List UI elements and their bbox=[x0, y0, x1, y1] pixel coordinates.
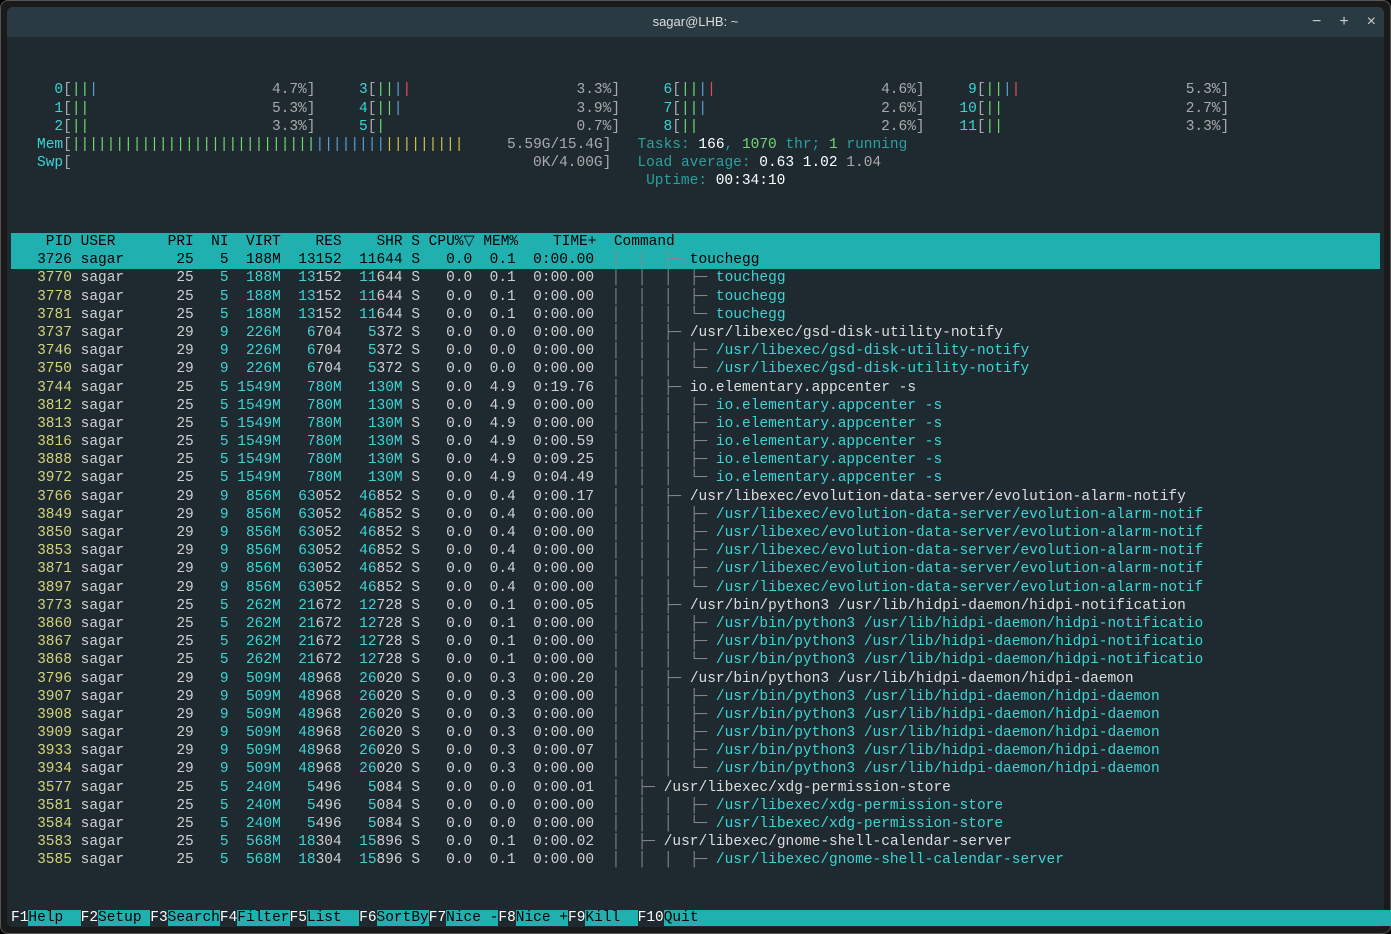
process-row[interactable]: 3813 sagar 25 5 1549M 780M 130M S 0.0 4.… bbox=[11, 415, 1380, 433]
process-row[interactable]: 3577 sagar 25 5 240M 5496 5084 S 0.0 0.0… bbox=[11, 779, 1380, 797]
faction-setup[interactable]: Setup bbox=[98, 910, 150, 926]
process-row[interactable]: 3750 sagar 29 9 226M 6704 5372 S 0.0 0.0… bbox=[11, 360, 1380, 378]
htop-content: 0[||| 4.7%] 3[|||| 3.3%] 6[|||| 4.6%] 9[… bbox=[7, 37, 1384, 906]
fkey-F8[interactable]: F8 bbox=[498, 910, 515, 926]
process-row[interactable]: 3581 sagar 25 5 240M 5496 5084 S 0.0 0.0… bbox=[11, 797, 1380, 815]
process-row[interactable]: 3770 sagar 25 5 188M 13152 11644 S 0.0 0… bbox=[11, 269, 1380, 287]
process-row[interactable]: 3744 sagar 25 5 1549M 780M 130M S 0.0 4.… bbox=[11, 379, 1380, 397]
fkey-F9[interactable]: F9 bbox=[568, 910, 585, 926]
footer-bar: F1Help F2Setup F3SearchF4FilterF5List F6… bbox=[11, 909, 1380, 927]
titlebar: sagar@LHB: ~ − + × bbox=[7, 7, 1384, 37]
fkey-F4[interactable]: F4 bbox=[220, 910, 237, 926]
terminal-window: sagar@LHB: ~ − + × 0[||| 4.7%] 3[|||| 3.… bbox=[0, 0, 1391, 934]
process-row[interactable]: 3583 sagar 25 5 568M 18304 15896 S 0.0 0… bbox=[11, 833, 1380, 851]
maximize-icon[interactable]: + bbox=[1339, 13, 1348, 31]
process-row[interactable]: 3888 sagar 25 5 1549M 780M 130M S 0.0 4.… bbox=[11, 451, 1380, 469]
process-row[interactable]: 3972 sagar 25 5 1549M 780M 130M S 0.0 4.… bbox=[11, 469, 1380, 487]
process-row[interactable]: 3868 sagar 25 5 262M 21672 12728 S 0.0 0… bbox=[11, 651, 1380, 669]
process-row[interactable]: 3737 sagar 29 9 226M 6704 5372 S 0.0 0.0… bbox=[11, 324, 1380, 342]
faction-search[interactable]: Search bbox=[168, 910, 220, 926]
faction-kill[interactable]: Kill bbox=[585, 910, 637, 926]
process-row[interactable]: 3773 sagar 25 5 262M 21672 12728 S 0.0 0… bbox=[11, 597, 1380, 615]
process-row[interactable]: 3860 sagar 25 5 262M 21672 12728 S 0.0 0… bbox=[11, 615, 1380, 633]
fkey-F5[interactable]: F5 bbox=[290, 910, 307, 926]
process-row[interactable]: 3849 sagar 29 9 856M 63052 46852 S 0.0 0… bbox=[11, 506, 1380, 524]
close-icon[interactable]: × bbox=[1367, 13, 1376, 31]
process-row[interactable]: 3796 sagar 29 9 509M 48968 26020 S 0.0 0… bbox=[11, 670, 1380, 688]
process-row[interactable]: 3746 sagar 29 9 226M 6704 5372 S 0.0 0.0… bbox=[11, 342, 1380, 360]
process-row[interactable]: 3584 sagar 25 5 240M 5496 5084 S 0.0 0.0… bbox=[11, 815, 1380, 833]
faction-help[interactable]: Help bbox=[28, 910, 80, 926]
window-title: sagar@LHB: ~ bbox=[653, 13, 739, 31]
faction-nice -[interactable]: Nice - bbox=[446, 910, 498, 926]
process-row[interactable]: 3781 sagar 25 5 188M 13152 11644 S 0.0 0… bbox=[11, 306, 1380, 324]
process-row[interactable]: 3934 sagar 29 9 509M 48968 26020 S 0.0 0… bbox=[11, 760, 1380, 778]
minimize-icon[interactable]: − bbox=[1312, 13, 1321, 31]
process-row[interactable]: 3812 sagar 25 5 1549M 780M 130M S 0.0 4.… bbox=[11, 397, 1380, 415]
fkey-F3[interactable]: F3 bbox=[150, 910, 167, 926]
column-header-row[interactable]: PID USER PRI NI VIRT RES SHR S CPU%▽ MEM… bbox=[11, 233, 1380, 251]
faction-nice +[interactable]: Nice + bbox=[516, 910, 568, 926]
fkey-F2[interactable]: F2 bbox=[81, 910, 98, 926]
process-row[interactable]: 3907 sagar 29 9 509M 48968 26020 S 0.0 0… bbox=[11, 688, 1380, 706]
process-row[interactable]: 3766 sagar 29 9 856M 63052 46852 S 0.0 0… bbox=[11, 488, 1380, 506]
process-row[interactable]: 3816 sagar 25 5 1549M 780M 130M S 0.0 4.… bbox=[11, 433, 1380, 451]
process-row[interactable]: 3871 sagar 29 9 856M 63052 46852 S 0.0 0… bbox=[11, 560, 1380, 578]
fkey-F6[interactable]: F6 bbox=[359, 910, 376, 926]
process-row[interactable]: 3850 sagar 29 9 856M 63052 46852 S 0.0 0… bbox=[11, 524, 1380, 542]
fkey-F10[interactable]: F10 bbox=[638, 910, 664, 926]
process-row[interactable]: 3585 sagar 25 5 568M 18304 15896 S 0.0 0… bbox=[11, 851, 1380, 869]
fkey-F1[interactable]: F1 bbox=[11, 910, 28, 926]
process-row[interactable]: 3853 sagar 29 9 856M 63052 46852 S 0.0 0… bbox=[11, 542, 1380, 560]
process-row[interactable]: 3933 sagar 29 9 509M 48968 26020 S 0.0 0… bbox=[11, 742, 1380, 760]
process-row[interactable]: 3778 sagar 25 5 188M 13152 11644 S 0.0 0… bbox=[11, 288, 1380, 306]
faction-sortby[interactable]: SortBy bbox=[377, 910, 429, 926]
faction-filter[interactable]: Filter bbox=[237, 910, 289, 926]
process-row[interactable]: 3726 sagar 25 5 188M 13152 11644 S 0.0 0… bbox=[11, 251, 1380, 269]
faction-quit[interactable]: Quit bbox=[664, 910, 716, 926]
fkey-F7[interactable]: F7 bbox=[429, 910, 446, 926]
faction-list[interactable]: List bbox=[307, 910, 359, 926]
process-row[interactable]: 3909 sagar 29 9 509M 48968 26020 S 0.0 0… bbox=[11, 724, 1380, 742]
process-row[interactable]: 3897 sagar 29 9 856M 63052 46852 S 0.0 0… bbox=[11, 579, 1380, 597]
process-row[interactable]: 3908 sagar 29 9 509M 48968 26020 S 0.0 0… bbox=[11, 706, 1380, 724]
process-row[interactable]: 3867 sagar 25 5 262M 21672 12728 S 0.0 0… bbox=[11, 633, 1380, 651]
